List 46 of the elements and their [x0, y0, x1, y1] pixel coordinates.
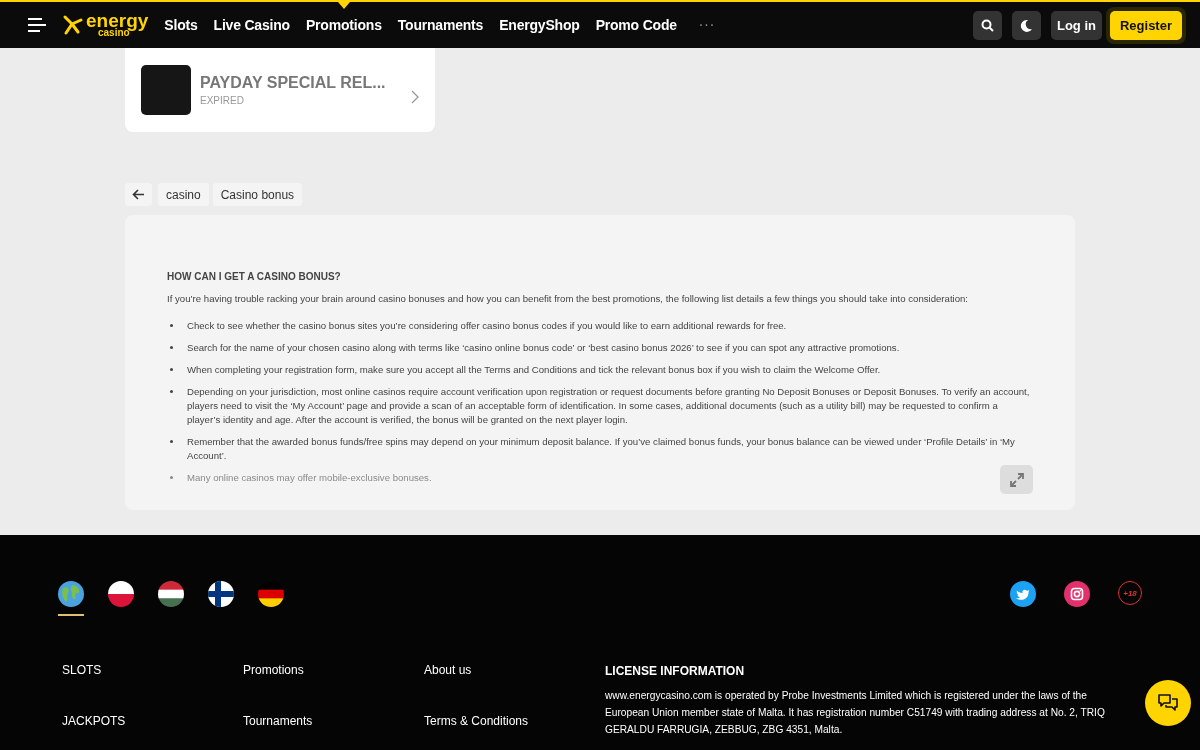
arrow-left-icon: [132, 189, 145, 200]
footer-link[interactable]: Tournaments: [243, 714, 424, 729]
moon-icon: [1019, 18, 1033, 32]
more-menu[interactable]: ···: [698, 17, 716, 33]
footer-link[interactable]: Promotions: [243, 663, 424, 678]
list-item: Check to see whether the casino bonus sites you’re considering offer casino bonus codes if you would like to earn additional rewards for free.: [167, 319, 1033, 334]
chevron-right-icon: [411, 90, 419, 104]
promo-card[interactable]: PAYDAY SPECIAL REL... EXPIRED: [125, 48, 435, 132]
article-paragraph: If you’re having trouble racking your brain around casino bonuses and how you can benefit from the best promotions, the following list details a few things you should take into consideration:: [167, 292, 970, 306]
promo-status: EXPIRED: [200, 95, 245, 106]
language-button[interactable]: [58, 581, 84, 616]
register-button[interactable]: Register: [1109, 10, 1182, 40]
promo-title: PAYDAY SPECIAL REL...: [200, 74, 387, 92]
breadcrumb-link[interactable]: Casino bonus: [212, 183, 303, 206]
nav-link[interactable]: Tournaments: [397, 16, 484, 34]
expand-button[interactable]: [1000, 465, 1033, 494]
list-item: Remember that the awarded bonus funds/free spins may depend on your minimum deposit balance. If you’ve claimed bonus funds, your bonus balance can be viewed under ‘Profile Details’ in ‘My Account’.: [167, 434, 1033, 463]
search-button[interactable]: [972, 10, 1002, 40]
footer-link[interactable]: Terms & Conditions: [424, 714, 605, 729]
license-title: LICENSE INFORMATION: [605, 664, 746, 678]
nav-link[interactable]: Promo Code: [595, 16, 677, 34]
nav-link[interactable]: Slots: [164, 16, 198, 34]
promo-thumbnail: [141, 65, 191, 115]
nav-link[interactable]: EnergyShop: [499, 16, 580, 34]
list-item: Search for the name of your chosen casino along with terms like ‘casino online bonus code’ or ‘best casino bonus 2026’ to see if you can spot any attractive promotions.: [167, 341, 1033, 356]
license-text: www.energycasino.com is operated by Probe Investments Limited which is registered under the laws of the European Union member state of Malta. It has registration number C51749 with trading address at No. 2, TRIQ GERALDU FARRUGIA, ZEBBUG, ZBG 4351, Malta.: [605, 689, 1106, 737]
twitter-icon[interactable]: [1010, 581, 1036, 607]
breadcrumb-link[interactable]: casino: [158, 183, 209, 206]
nav-link[interactable]: Live Casino: [213, 16, 290, 34]
menu-icon[interactable]: [28, 18, 46, 32]
chat-icon: [1157, 693, 1179, 713]
instagram-icon[interactable]: [1064, 581, 1090, 607]
footer-link[interactable]: JACKPOTS: [62, 714, 243, 729]
back-button[interactable]: [125, 183, 152, 206]
footer-link[interactable]: SLOTS: [62, 663, 243, 678]
footer-link[interactable]: About us: [424, 663, 605, 678]
chat-button[interactable]: [1145, 680, 1191, 726]
nav-link[interactable]: Promotions: [305, 16, 382, 34]
logo[interactable]: energy casino: [62, 12, 149, 38]
list-item: Depending on your jurisdiction, most online casinos require account verification upon registration or request documents before granting No Deposit Bonuses or Deposit Bonuses. To verify an account, players need to visit the ‘My Account’ page and provide a scan of an acceptable form of identification. In some cases, additional documents (such as a utility bill) may be requested to confirm a player’s identity and age. After the account is verified, the bonus will be granted on the next player login.: [167, 385, 1033, 427]
search-icon: [980, 18, 994, 32]
expand-icon: [1008, 471, 1025, 488]
dark-mode-button[interactable]: [1011, 10, 1041, 40]
login-button[interactable]: Log in: [1050, 10, 1102, 40]
article-heading: HOW CAN I GET A CASINO BONUS?: [167, 271, 342, 282]
list-item: When completing your registration form, make sure you accept all the Terms and Conditions and tick the relevant bonus box if you wish to claim the Welcome Offer.: [167, 363, 1033, 378]
